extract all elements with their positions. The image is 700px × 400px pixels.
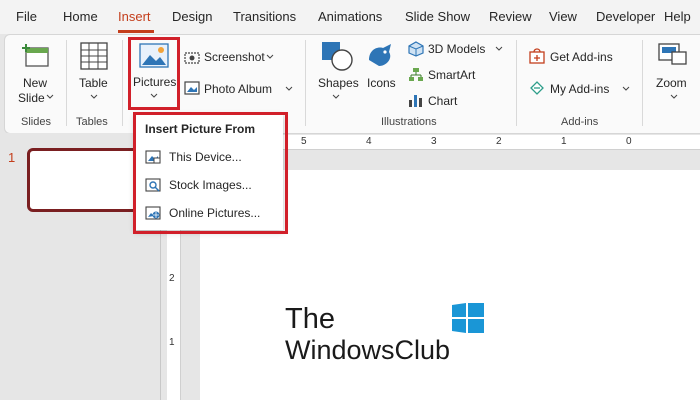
- ruler-number: 3: [431, 136, 437, 147]
- get-addins-label: Get Add-ins: [550, 50, 613, 64]
- new-slide-label-2: Slide: [18, 91, 45, 105]
- dropdown-highlight-box: [133, 112, 288, 234]
- ribbon-separator: [122, 40, 123, 126]
- photo-album-icon: [184, 81, 200, 95]
- tab-slide-show[interactable]: Slide Show: [405, 9, 470, 24]
- new-slide-icon: [22, 44, 49, 67]
- shapes-icon: [322, 42, 353, 71]
- store-icon: [529, 48, 545, 64]
- chevron-down-icon: [332, 94, 340, 99]
- table-label: Table: [79, 76, 108, 90]
- group-label-addins: Add-ins: [561, 116, 599, 128]
- watermark-text: WindowsClub: [285, 335, 451, 365]
- tab-view[interactable]: View: [549, 9, 577, 24]
- chevron-down-icon: [266, 54, 274, 59]
- ribbon-separator: [66, 40, 67, 126]
- ruler-number: 4: [366, 136, 372, 147]
- screenshot-label: Screenshot: [204, 50, 265, 64]
- addins-icon: [530, 81, 544, 95]
- 3d-models-icon: [408, 41, 424, 57]
- screenshot-icon: [184, 52, 200, 64]
- group-label-slides: Slides: [21, 116, 51, 128]
- zoom-icon: [658, 43, 687, 65]
- tab-home[interactable]: Home: [63, 9, 98, 24]
- pictures-highlight-box: [128, 37, 180, 110]
- chevron-down-icon: [622, 86, 630, 91]
- my-addins-label: My Add-ins: [550, 82, 610, 96]
- ribbon-separator: [516, 40, 517, 126]
- windows-logo-icon: [452, 303, 484, 333]
- shapes-label: Shapes: [318, 76, 359, 90]
- ruler-number: 2: [169, 273, 175, 284]
- icons-icon: [369, 44, 391, 66]
- ribbon-separator: [305, 40, 306, 126]
- group-label-illustrations: Illustrations: [381, 116, 437, 128]
- ruler-number: 5: [301, 136, 307, 147]
- ruler-number: 1: [561, 136, 567, 147]
- chevron-down-icon: [46, 94, 54, 99]
- smartart-icon: [409, 68, 423, 81]
- photo-album-label: Photo Album: [204, 82, 273, 96]
- chart-icon: [409, 95, 422, 107]
- tab-transitions[interactable]: Transitions: [233, 9, 296, 24]
- tab-help[interactable]: Help: [664, 9, 691, 24]
- chevron-down-icon: [90, 94, 98, 99]
- vertical-ruler: 2 1: [167, 215, 181, 400]
- menu-bar: File Home Insert Design Transitions Anim…: [0, 0, 700, 34]
- 3d-models-label: 3D Models: [428, 42, 486, 56]
- group-label-tables: Tables: [76, 116, 108, 128]
- tab-developer[interactable]: Developer: [596, 9, 655, 24]
- smartart-label: SmartArt: [428, 68, 476, 82]
- ruler-number: 1: [169, 337, 175, 348]
- slide-number: 1: [8, 150, 16, 165]
- chevron-down-icon: [285, 86, 293, 91]
- tab-insert[interactable]: Insert: [118, 9, 151, 24]
- zoom-label: Zoom: [656, 76, 687, 90]
- new-slide-label-1: New: [23, 76, 48, 90]
- watermark-text: The: [285, 303, 335, 335]
- ruler-number: 2: [496, 136, 502, 147]
- ruler-number: 0: [626, 136, 632, 147]
- chevron-down-icon: [670, 94, 678, 99]
- chevron-down-icon: [495, 46, 503, 51]
- tab-animations[interactable]: Animations: [318, 9, 382, 24]
- ribbon-separator: [642, 40, 643, 126]
- tab-design[interactable]: Design: [172, 9, 212, 24]
- tab-file[interactable]: File: [16, 9, 37, 24]
- table-icon: [80, 42, 108, 70]
- tab-review[interactable]: Review: [489, 9, 532, 24]
- active-tab-indicator: [118, 30, 154, 33]
- icons-label: Icons: [367, 76, 396, 90]
- chart-label: Chart: [428, 94, 458, 108]
